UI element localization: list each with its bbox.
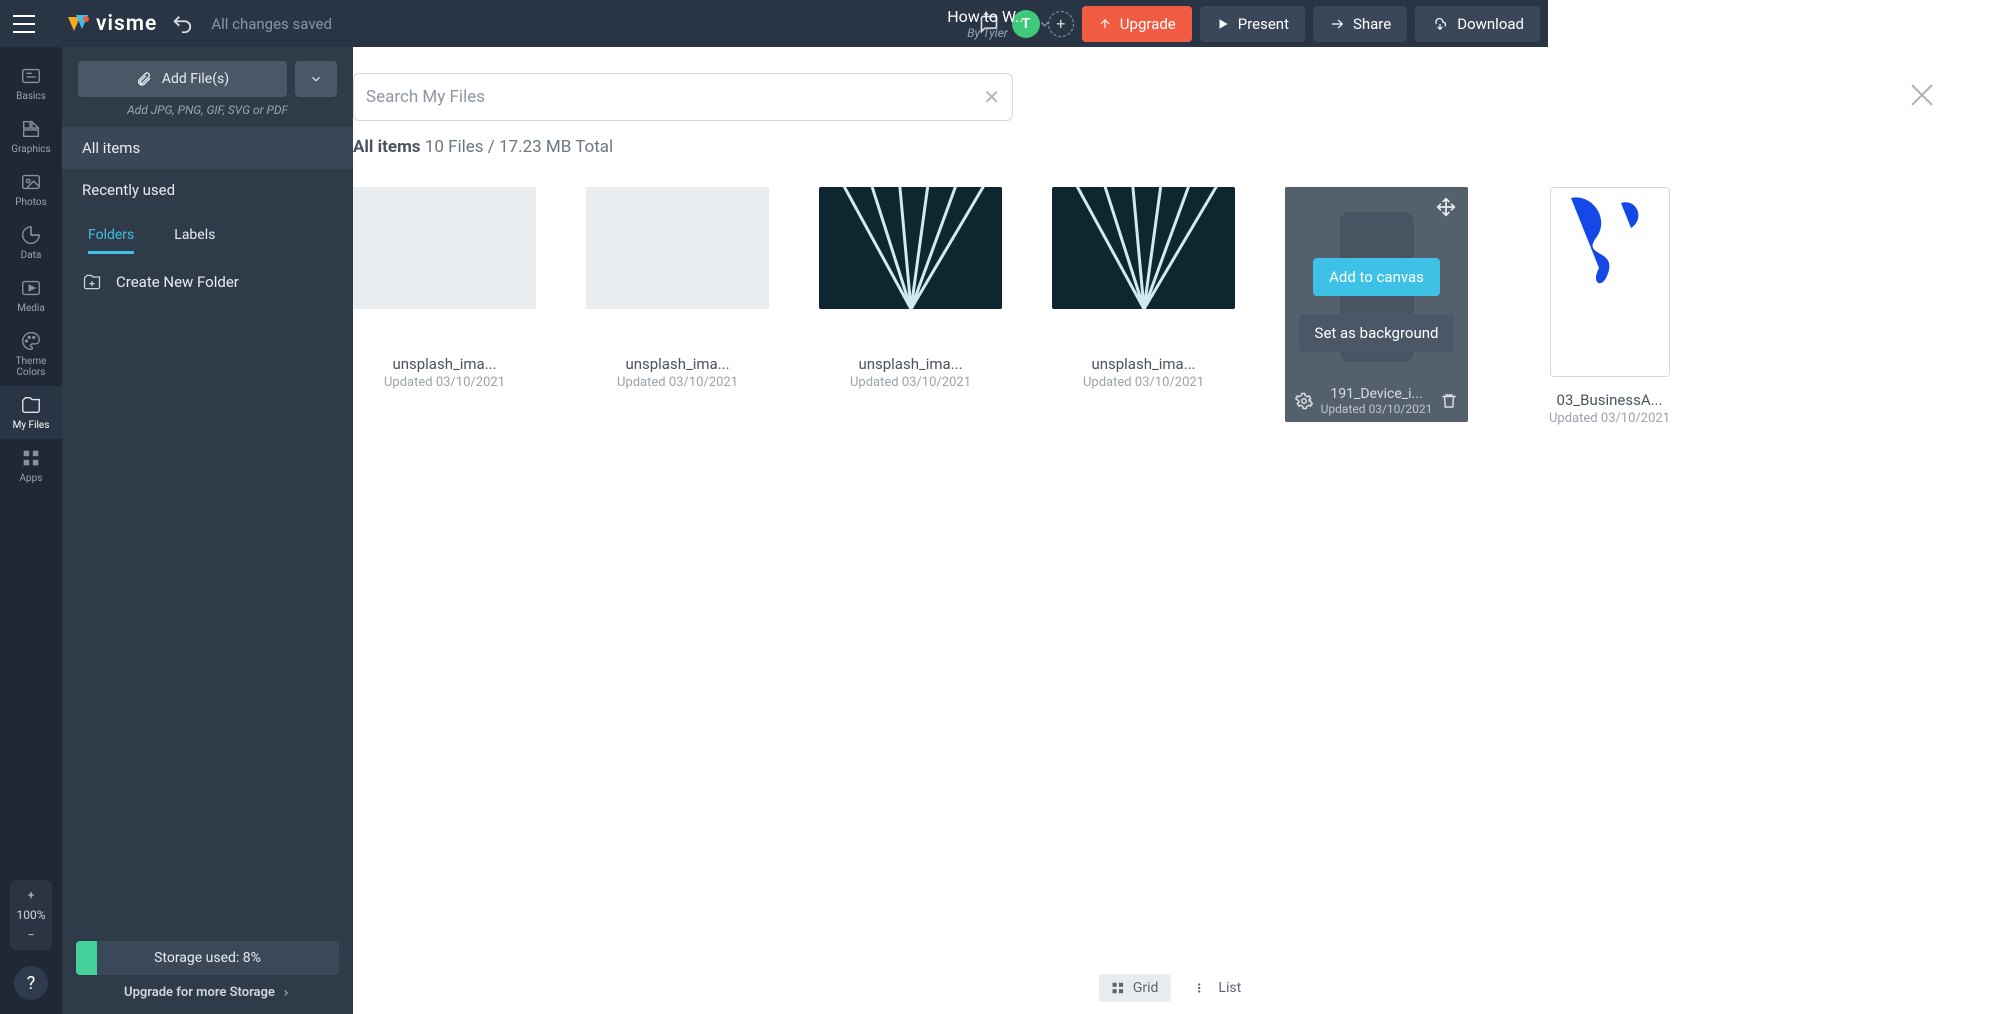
- upload-icon: [1098, 17, 1112, 31]
- trash-icon[interactable]: [1440, 392, 1458, 414]
- graphics-icon: [20, 118, 42, 140]
- share-icon: [1329, 17, 1345, 31]
- main-area: ✕ All items 10 Files / 17.23 MB Total un…: [353, 47, 1999, 1014]
- move-icon[interactable]: [1436, 197, 1456, 221]
- media-icon: [20, 277, 42, 299]
- panel-tabs: Folders Labels: [62, 211, 353, 254]
- view-grid-button[interactable]: Grid: [1099, 974, 1171, 1002]
- files-grid: unsplash_ima... Updated 03/10/2021 unspl…: [353, 187, 1999, 1014]
- rail-apps[interactable]: Apps: [0, 439, 62, 492]
- folder-icon: [20, 394, 42, 416]
- rail-basics[interactable]: Basics: [0, 57, 62, 110]
- document-title: How to W...: [947, 7, 1028, 26]
- chevron-down-icon[interactable]: [1038, 17, 1052, 31]
- rail-data[interactable]: Data: [0, 216, 62, 269]
- rail-theme-colors[interactable]: Theme Colors: [0, 322, 62, 386]
- nav-all-items[interactable]: All items: [62, 127, 353, 169]
- set-as-background-button[interactable]: Set as background: [1299, 314, 1455, 352]
- download-button[interactable]: Download: [1415, 6, 1540, 42]
- file-thumbnail: [819, 187, 1002, 309]
- view-toggle: Grid List: [1099, 974, 1253, 1002]
- add-files-hint: Add JPG, PNG, GIF, SVG or PDF: [62, 103, 353, 127]
- add-files-button[interactable]: Add File(s): [78, 61, 287, 97]
- paperclip-icon: [136, 71, 152, 87]
- photos-icon: [20, 171, 42, 193]
- file-card[interactable]: unsplash_ima... Updated 03/10/2021: [353, 187, 536, 426]
- file-card[interactable]: unsplash_ima... Updated 03/10/2021: [819, 187, 1002, 426]
- left-rail: Basics Graphics Photos Data Media Theme …: [0, 47, 62, 1014]
- play-icon: [1216, 17, 1230, 31]
- tab-folders[interactable]: Folders: [88, 227, 134, 254]
- folder-plus-icon: [82, 272, 102, 292]
- logo[interactable]: visme: [66, 12, 157, 36]
- create-folder-button[interactable]: Create New Folder: [62, 254, 353, 310]
- file-date: Updated 03/10/2021: [1549, 411, 1670, 426]
- logo-text: visme: [96, 12, 157, 36]
- file-card-hovered[interactable]: Add to canvas Set as background 191_Devi…: [1285, 187, 1468, 426]
- add-to-canvas-button[interactable]: Add to canvas: [1313, 258, 1440, 296]
- file-thumbnail: [1052, 187, 1235, 309]
- file-name: unsplash_ima...: [1091, 355, 1195, 373]
- search-input[interactable]: [366, 87, 983, 107]
- file-date: Updated 03/10/2021: [1083, 375, 1204, 390]
- file-thumbnail: Add to canvas Set as background 191_Devi…: [1285, 187, 1468, 422]
- file-name: unsplash_ima...: [392, 355, 496, 373]
- storage-fill: [76, 941, 97, 975]
- upgrade-button[interactable]: Upgrade: [1082, 6, 1192, 42]
- file-card[interactable]: unsplash_ima... Updated 03/10/2021: [586, 187, 769, 426]
- save-status: All changes saved: [211, 15, 332, 33]
- chevron-right-icon: [281, 988, 291, 998]
- file-name: unsplash_ima...: [625, 355, 729, 373]
- files-summary: All items 10 Files / 17.23 MB Total: [353, 131, 1999, 187]
- file-card[interactable]: 03_BusinessA... Updated 03/10/2021: [1518, 187, 1701, 426]
- rail-media[interactable]: Media: [0, 269, 62, 322]
- present-button[interactable]: Present: [1200, 6, 1305, 42]
- nav-recently-used[interactable]: Recently used: [62, 169, 353, 211]
- file-thumbnail: [1550, 187, 1670, 377]
- file-date: Updated 03/10/2021: [850, 375, 971, 390]
- data-icon: [20, 224, 42, 246]
- tab-labels[interactable]: Labels: [174, 227, 215, 254]
- zoom-in-button[interactable]: +: [22, 886, 41, 904]
- storage-label: Storage used: 8%: [154, 950, 261, 966]
- rail-photos[interactable]: Photos: [0, 163, 62, 216]
- file-date: Updated 03/10/2021: [384, 375, 505, 390]
- zoom-control: + 100% −: [10, 880, 51, 950]
- topbar: visme All changes saved How to W... By T…: [0, 0, 1548, 47]
- chevron-down-icon: [309, 72, 323, 86]
- file-name: unsplash_ima...: [858, 355, 962, 373]
- palette-icon: [20, 330, 42, 352]
- file-name: 03_BusinessA...: [1556, 391, 1662, 409]
- storage-meter: Storage used: 8%: [76, 941, 339, 975]
- menu-icon[interactable]: [0, 15, 48, 33]
- basics-icon: [20, 65, 42, 87]
- help-button[interactable]: ?: [14, 966, 48, 1000]
- cloud-download-icon: [1431, 17, 1449, 31]
- undo-icon[interactable]: [171, 13, 193, 35]
- search-box: ✕: [353, 73, 1013, 121]
- share-button[interactable]: Share: [1313, 6, 1407, 42]
- rail-my-files[interactable]: My Files: [0, 386, 62, 439]
- list-icon: [1196, 981, 1210, 995]
- files-panel: Add File(s) Add JPG, PNG, GIF, SVG or PD…: [62, 47, 353, 1014]
- document-byline: By Tyler: [947, 26, 1028, 40]
- view-list-button[interactable]: List: [1184, 974, 1253, 1002]
- file-date: Updated 03/10/2021: [617, 375, 738, 390]
- apps-icon: [20, 447, 42, 469]
- upgrade-storage-link[interactable]: Upgrade for more Storage: [76, 985, 339, 1000]
- add-files-dropdown[interactable]: [295, 61, 337, 97]
- file-thumbnail: [586, 187, 769, 309]
- grid-icon: [1111, 981, 1125, 995]
- zoom-level: 100%: [16, 908, 45, 922]
- document-title-group[interactable]: How to W... By Tyler: [947, 7, 1052, 40]
- rail-graphics[interactable]: Graphics: [0, 110, 62, 163]
- zoom-out-button[interactable]: −: [22, 926, 41, 944]
- close-panel-button[interactable]: [1905, 78, 1939, 116]
- file-card[interactable]: unsplash_ima... Updated 03/10/2021: [1052, 187, 1235, 426]
- file-thumbnail: [353, 187, 536, 309]
- gear-icon[interactable]: [1295, 392, 1313, 414]
- clear-search-button[interactable]: ✕: [983, 85, 1000, 109]
